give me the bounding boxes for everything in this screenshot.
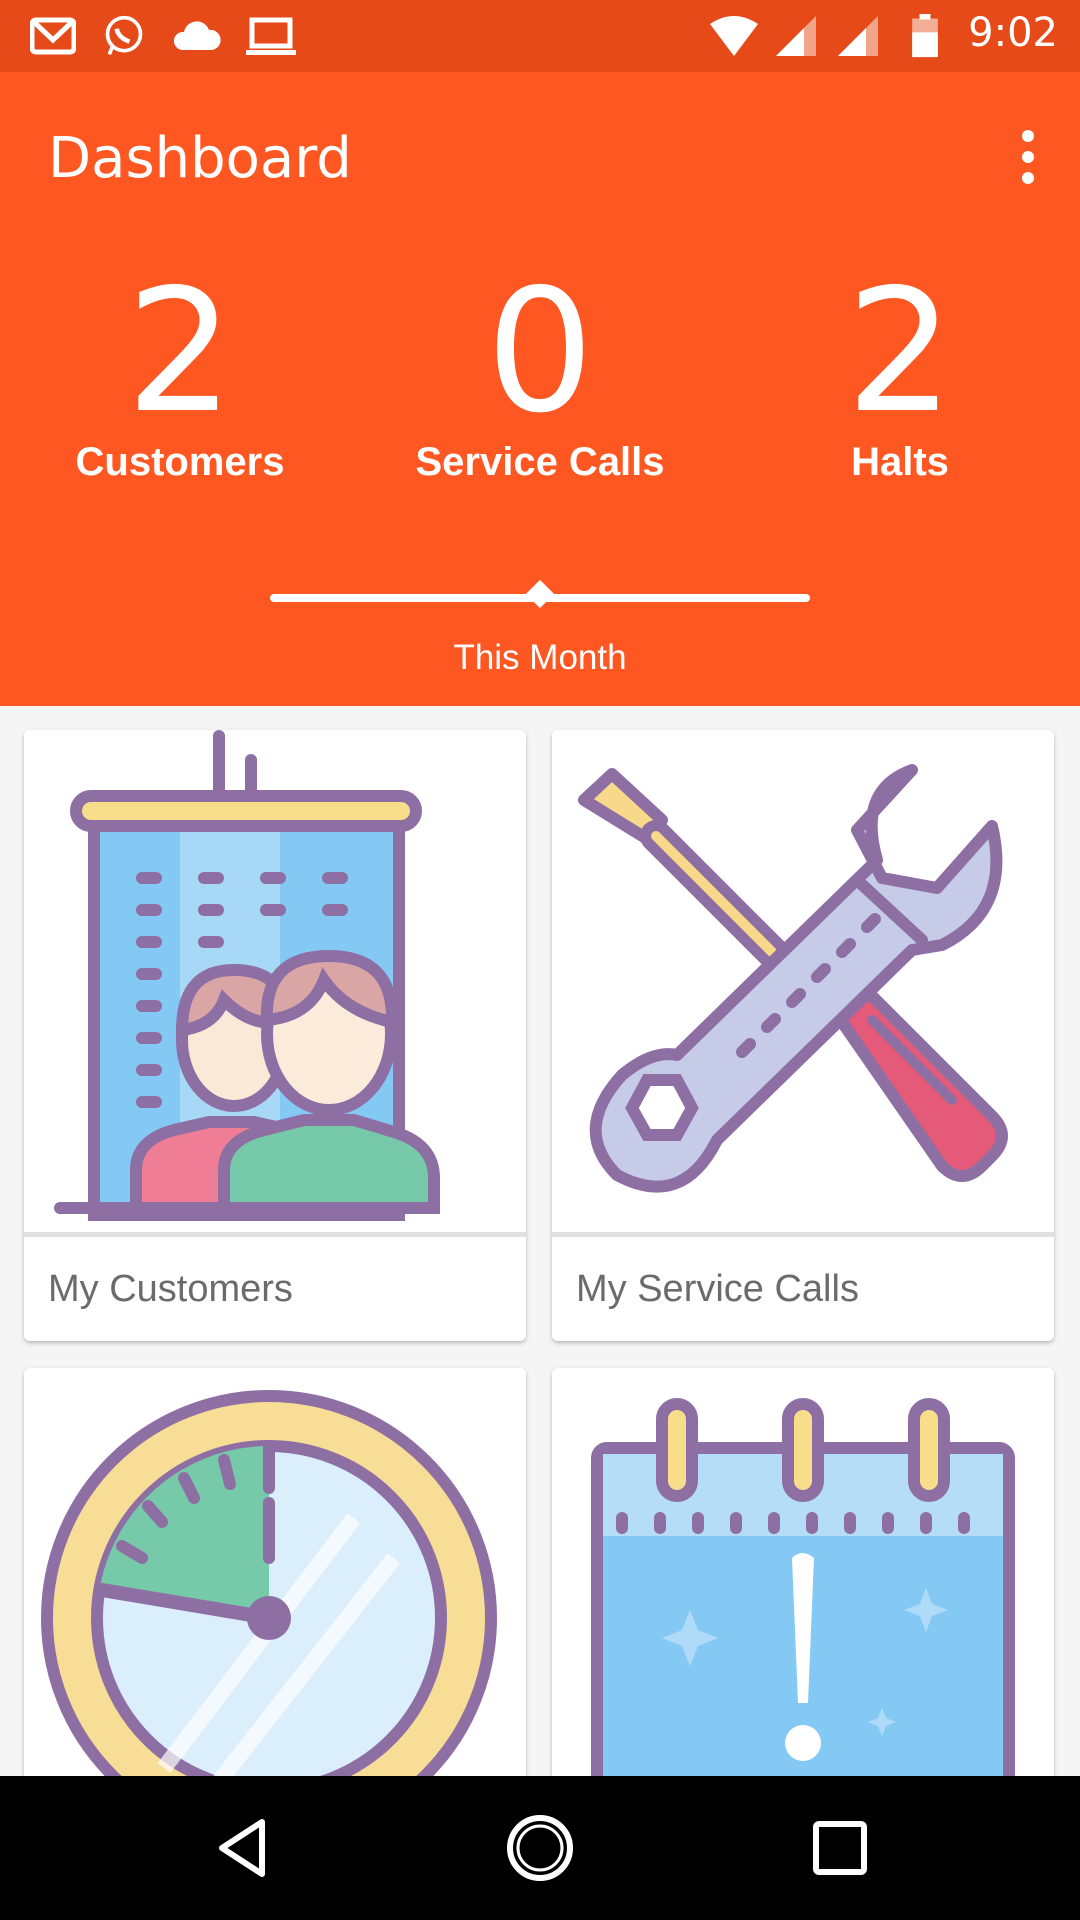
slider-thumb[interactable] xyxy=(525,579,555,609)
whatsapp-icon xyxy=(105,15,143,56)
card-label: My Customers xyxy=(48,1268,293,1310)
back-icon[interactable] xyxy=(206,1812,278,1884)
stat-value: 2 xyxy=(845,253,955,451)
wifi-icon xyxy=(710,16,758,56)
calendar-alert-icon xyxy=(591,1398,1015,1776)
dashboard-header: Dashboard 2 Customers 0 Service Calls 2 … xyxy=(0,72,1080,706)
page-title: Dashboard xyxy=(48,126,352,191)
stat-label: Customers xyxy=(75,440,285,484)
stat-service-calls[interactable]: 0 Service Calls xyxy=(360,262,720,485)
status-bar: 9:02 xyxy=(0,0,1080,72)
dashboard-grid: My Customers My Service Calls xyxy=(0,706,1080,1776)
card-calendar[interactable] xyxy=(552,1368,1054,1776)
gmail-icon xyxy=(30,17,76,55)
period-label: This Month xyxy=(453,638,627,677)
stat-customers[interactable]: 2 Customers xyxy=(0,262,360,485)
stat-halts[interactable]: 2 Halts xyxy=(720,262,1080,485)
cloud-icon xyxy=(173,21,221,50)
clock-time: 9:02 xyxy=(968,10,1058,56)
tools-icon xyxy=(578,764,1008,1193)
stat-label: Halts xyxy=(851,440,949,484)
clock-icon xyxy=(41,1390,497,1776)
home-icon[interactable] xyxy=(504,1812,576,1884)
signal-icon xyxy=(776,16,816,56)
card-my-service-calls[interactable]: My Service Calls xyxy=(552,730,1054,1341)
recents-icon[interactable] xyxy=(804,1812,876,1884)
signal-icon-2 xyxy=(838,16,878,56)
more-vert-icon xyxy=(1022,130,1034,142)
battery-icon xyxy=(912,14,938,58)
overflow-menu-button[interactable] xyxy=(1010,130,1046,190)
card-label: My Service Calls xyxy=(576,1268,859,1310)
customers-building-icon xyxy=(54,730,440,1221)
period-slider[interactable] xyxy=(270,579,810,609)
system-navigation-bar xyxy=(0,1776,1080,1920)
laptop-icon xyxy=(246,17,296,55)
stat-value: 2 xyxy=(125,253,235,451)
stat-value: 0 xyxy=(485,253,595,451)
stat-label: Service Calls xyxy=(415,440,665,484)
card-halts[interactable] xyxy=(24,1368,526,1776)
card-my-customers[interactable]: My Customers xyxy=(24,730,526,1341)
